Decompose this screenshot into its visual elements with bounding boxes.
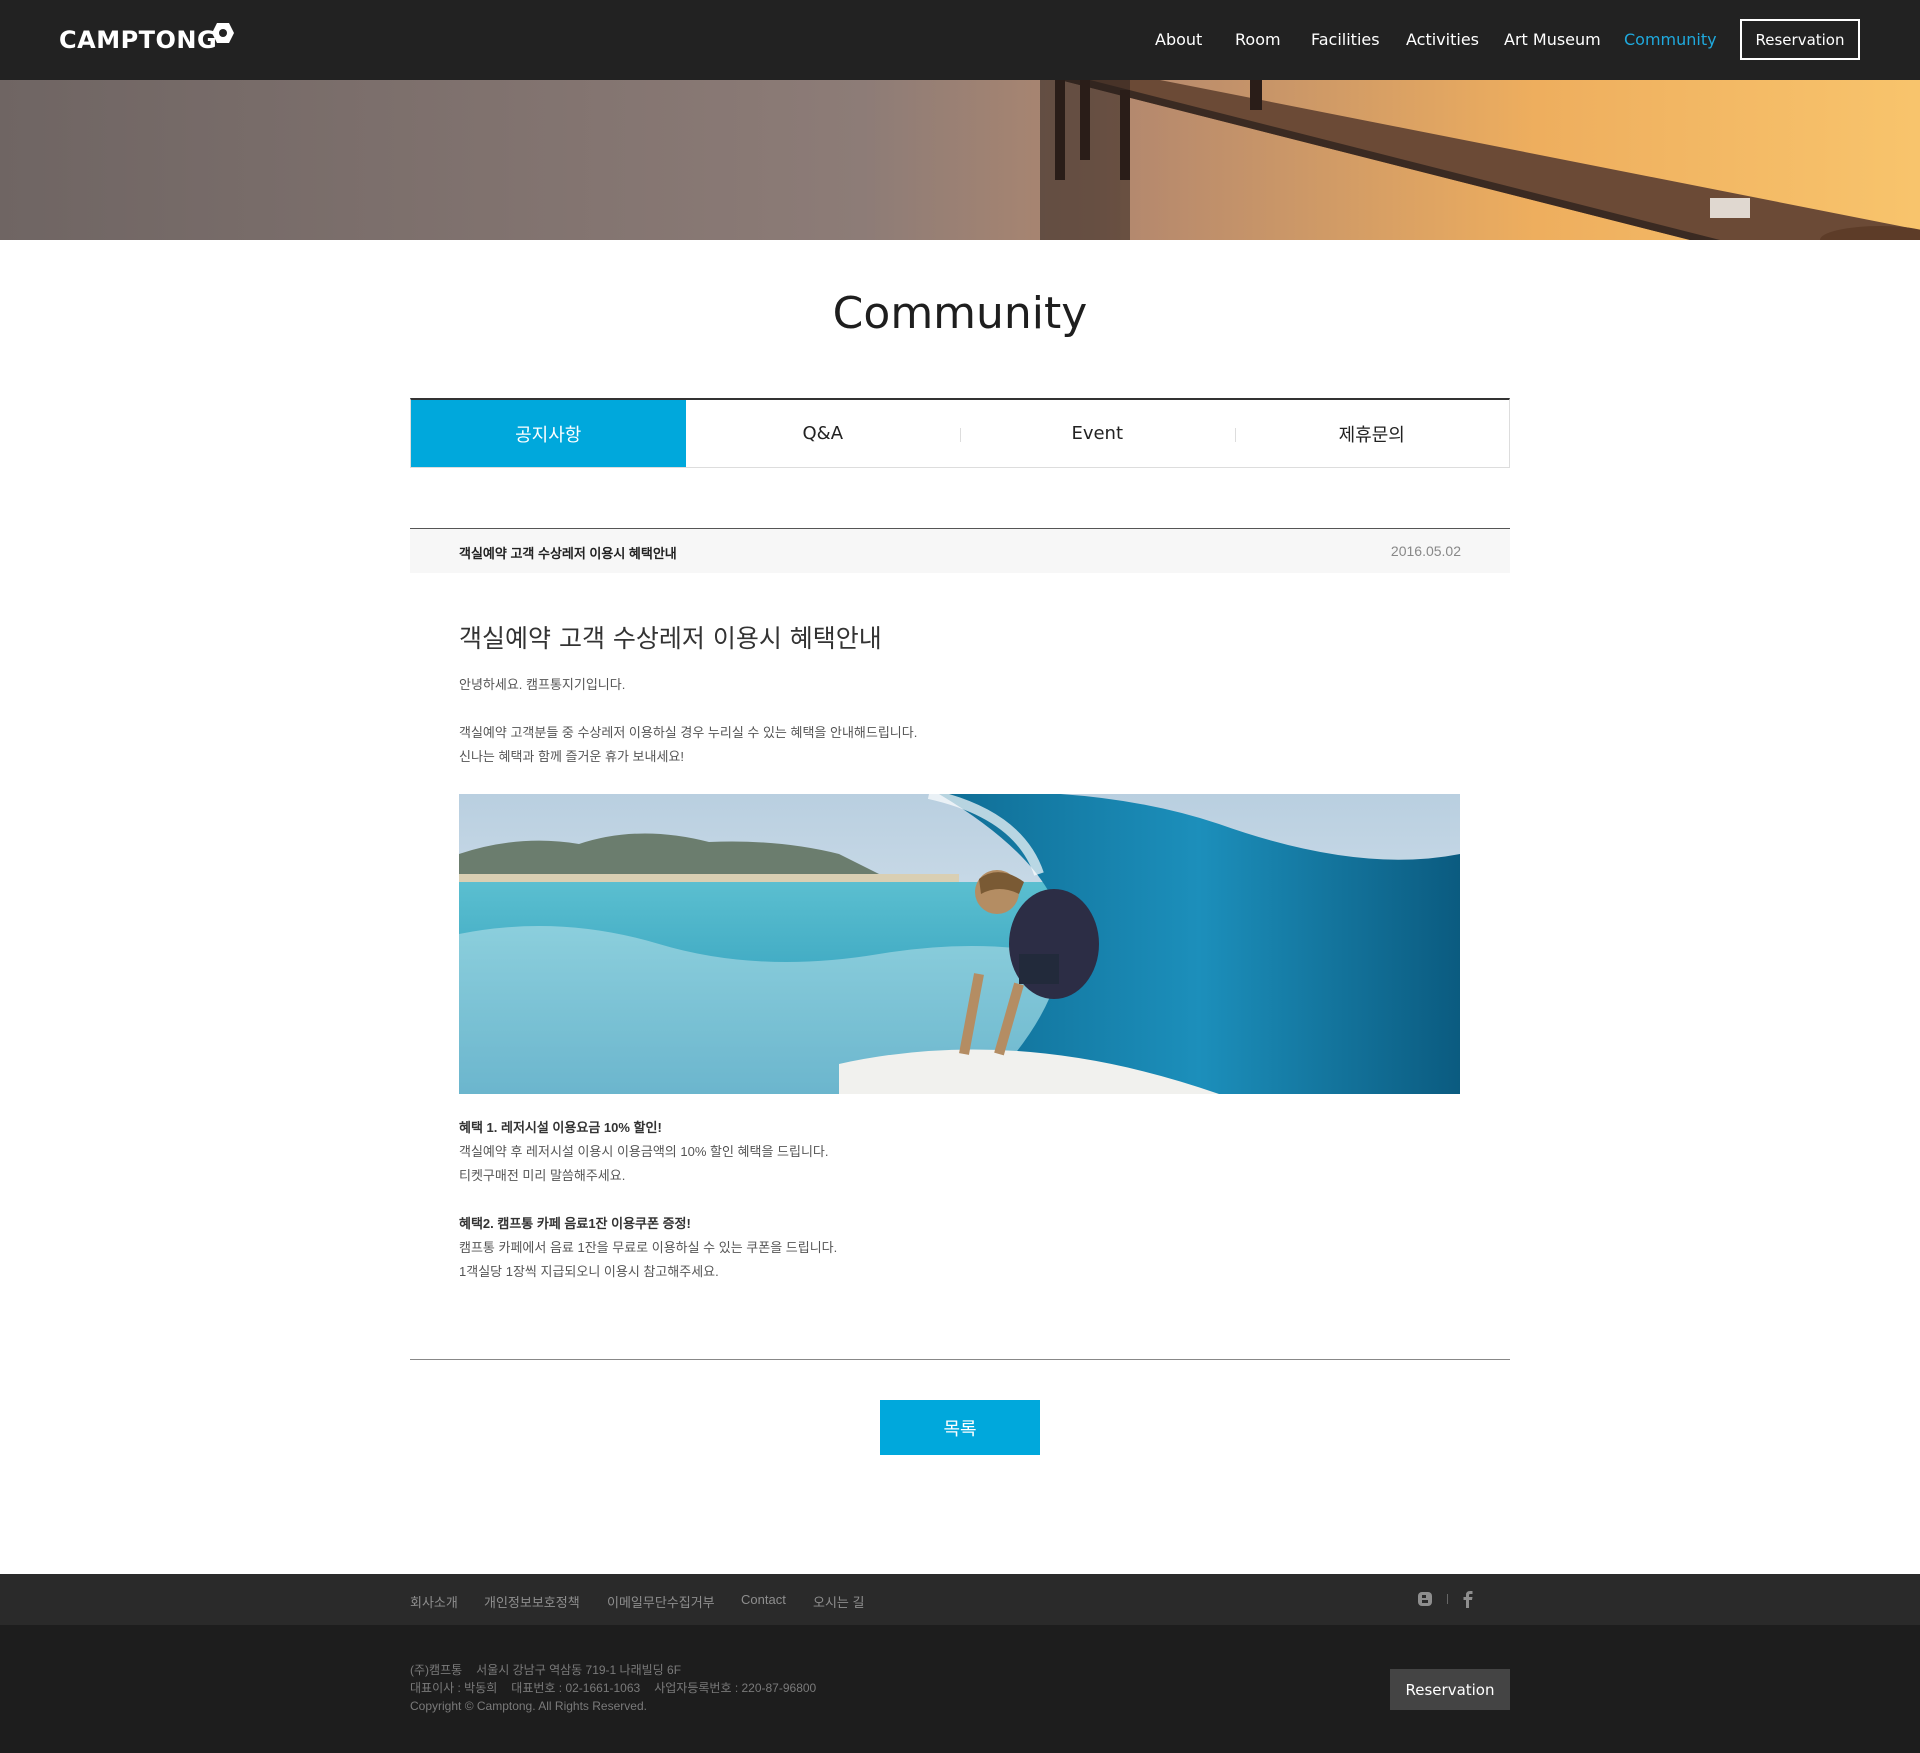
benefit-1-title-text: 혜택 1. 레저시설 이용요금 10% 할인! xyxy=(459,1120,662,1135)
post-header: 객실예약 고객 수상레저 이용시 혜택안내 2016.05.02 xyxy=(410,528,1510,573)
footer-links-bar: 회사소개 개인정보보호정책 이메일무단수집거부 Contact 오시는 길 xyxy=(0,1574,1920,1625)
benefit-1-line-2: 티켓구매전 미리 말씀해주세요. xyxy=(459,1168,626,1183)
footer-link-company[interactable]: 회사소개 xyxy=(410,1592,458,1611)
benefit-2-title: 혜택2. 캠프통 카페 음료1잔 이용쿠폰 증정! xyxy=(459,1212,691,1236)
tab-divider xyxy=(960,428,961,442)
company-info-line-1: (주)캠프통 서울시 강남구 역삼동 719-1 나래빌딩 6F xyxy=(410,1661,830,1679)
nav-facilities[interactable]: Facilities xyxy=(1311,30,1380,49)
company-address: 서울시 강남구 역삼동 719-1 나래빌딩 6F xyxy=(476,1663,682,1677)
footer-link-privacy[interactable]: 개인정보보호정책 xyxy=(484,1592,580,1611)
nav-about[interactable]: About xyxy=(1155,30,1202,49)
benefit-2-line-1: 캠프통 카페에서 음료 1잔을 무료로 이용하실 수 있는 쿠폰을 드립니다. xyxy=(459,1240,838,1255)
blog-icon[interactable] xyxy=(1417,1591,1433,1607)
surfing-image xyxy=(459,794,1460,1094)
company-ceo: 대표이사 : 박동희 xyxy=(410,1681,498,1695)
tab-qna-label: Q&A xyxy=(802,423,844,444)
tab-event[interactable]: Event xyxy=(960,400,1235,467)
company-info-line-2: 대표이사 : 박동희 대표번호 : 02-1661-1063 사업자등록번호 : 2… xyxy=(410,1679,830,1697)
social-divider-icon xyxy=(1447,1594,1448,1604)
nav-community[interactable]: Community xyxy=(1624,30,1717,49)
benefit-1-line-1: 객실예약 후 레저시설 이용시 이용금액의 10% 할인 혜택을 드립니다. xyxy=(459,1144,829,1159)
nav-art-museum[interactable]: Art Museum xyxy=(1504,30,1601,49)
reservation-button[interactable]: Reservation xyxy=(1740,19,1860,60)
surfer-illustration xyxy=(459,794,1460,1094)
company-info: (주)캠프통 서울시 강남구 역삼동 719-1 나래빌딩 6F 대표이사 : 박… xyxy=(410,1661,830,1715)
company-phone: 대표번호 : 02-1661-1063 xyxy=(511,1681,641,1695)
footer-info-area: (주)캠프통 서울시 강남구 역삼동 719-1 나래빌딩 6F 대표이사 : 박… xyxy=(0,1625,1920,1753)
footer-link-email-policy[interactable]: 이메일무단수집거부 xyxy=(607,1592,715,1611)
post-intro-2: 신나는 혜택과 함께 즐거운 휴가 보내세요! xyxy=(459,749,684,764)
pier-illustration xyxy=(0,80,1920,240)
benefit-2-title-text: 혜택2. 캠프통 카페 음료1잔 이용쿠폰 증정! xyxy=(459,1216,691,1231)
benefit-1-title: 혜택 1. 레저시설 이용요금 10% 할인! xyxy=(459,1116,662,1140)
post-title: 객실예약 고객 수상레저 이용시 혜택안내 xyxy=(459,624,882,653)
benefit-2-line-2: 1객실당 1장씩 지급되오니 이용시 참고해주세요. xyxy=(459,1264,719,1279)
tab-event-label: Event xyxy=(1071,423,1124,444)
nav-room[interactable]: Room xyxy=(1235,30,1281,49)
hero-banner xyxy=(0,80,1920,240)
post-header-title: 객실예약 고객 수상레저 이용시 혜택안내 xyxy=(459,546,677,561)
tab-partnership-label: 제휴문의 xyxy=(1338,424,1405,446)
post-date: 2016.05.02 xyxy=(1390,543,1461,559)
footer-link-directions[interactable]: 오시는 길 xyxy=(813,1592,864,1611)
tab-notice-label: 공지사항 xyxy=(515,424,582,446)
list-button[interactable]: 목록 xyxy=(880,1400,1040,1455)
logo-text: CAMPTONG xyxy=(59,26,218,54)
footer-reservation-button[interactable]: Reservation xyxy=(1390,1669,1510,1710)
page-title: Community xyxy=(832,288,1088,339)
footer-social xyxy=(1417,1590,1474,1608)
content-divider xyxy=(410,1359,1510,1360)
company-biz-no: 사업자등록번호 : 220-87-96800 xyxy=(654,1681,817,1695)
company-name: (주)캠프통 xyxy=(410,1663,463,1677)
footer-link-contact[interactable]: Contact xyxy=(741,1592,786,1607)
copyright: Copyright © Camptong. All Rights Reserve… xyxy=(410,1699,647,1713)
post-intro-1: 객실예약 고객분들 중 수상레저 이용하실 경우 누리실 수 있는 혜택을 안내… xyxy=(459,725,918,740)
logo-hexagon-icon xyxy=(212,23,235,43)
post-greeting: 안녕하세요. 캠프통지기입니다. xyxy=(459,677,626,692)
tab-qna[interactable]: Q&A xyxy=(686,400,961,467)
facebook-icon[interactable] xyxy=(1462,1590,1474,1608)
community-tabs: 공지사항 Q&A Event 제휴문의 xyxy=(410,398,1510,468)
tab-partnership[interactable]: 제휴문의 xyxy=(1234,400,1510,467)
tab-notice[interactable]: 공지사항 xyxy=(411,400,686,467)
camptong-logo[interactable]: CAMPTONG xyxy=(59,22,241,58)
nav-activities[interactable]: Activities xyxy=(1406,30,1479,49)
top-header: CAMPTONG About Room Facilities Activitie… xyxy=(0,0,1920,80)
tab-divider xyxy=(1234,428,1236,442)
